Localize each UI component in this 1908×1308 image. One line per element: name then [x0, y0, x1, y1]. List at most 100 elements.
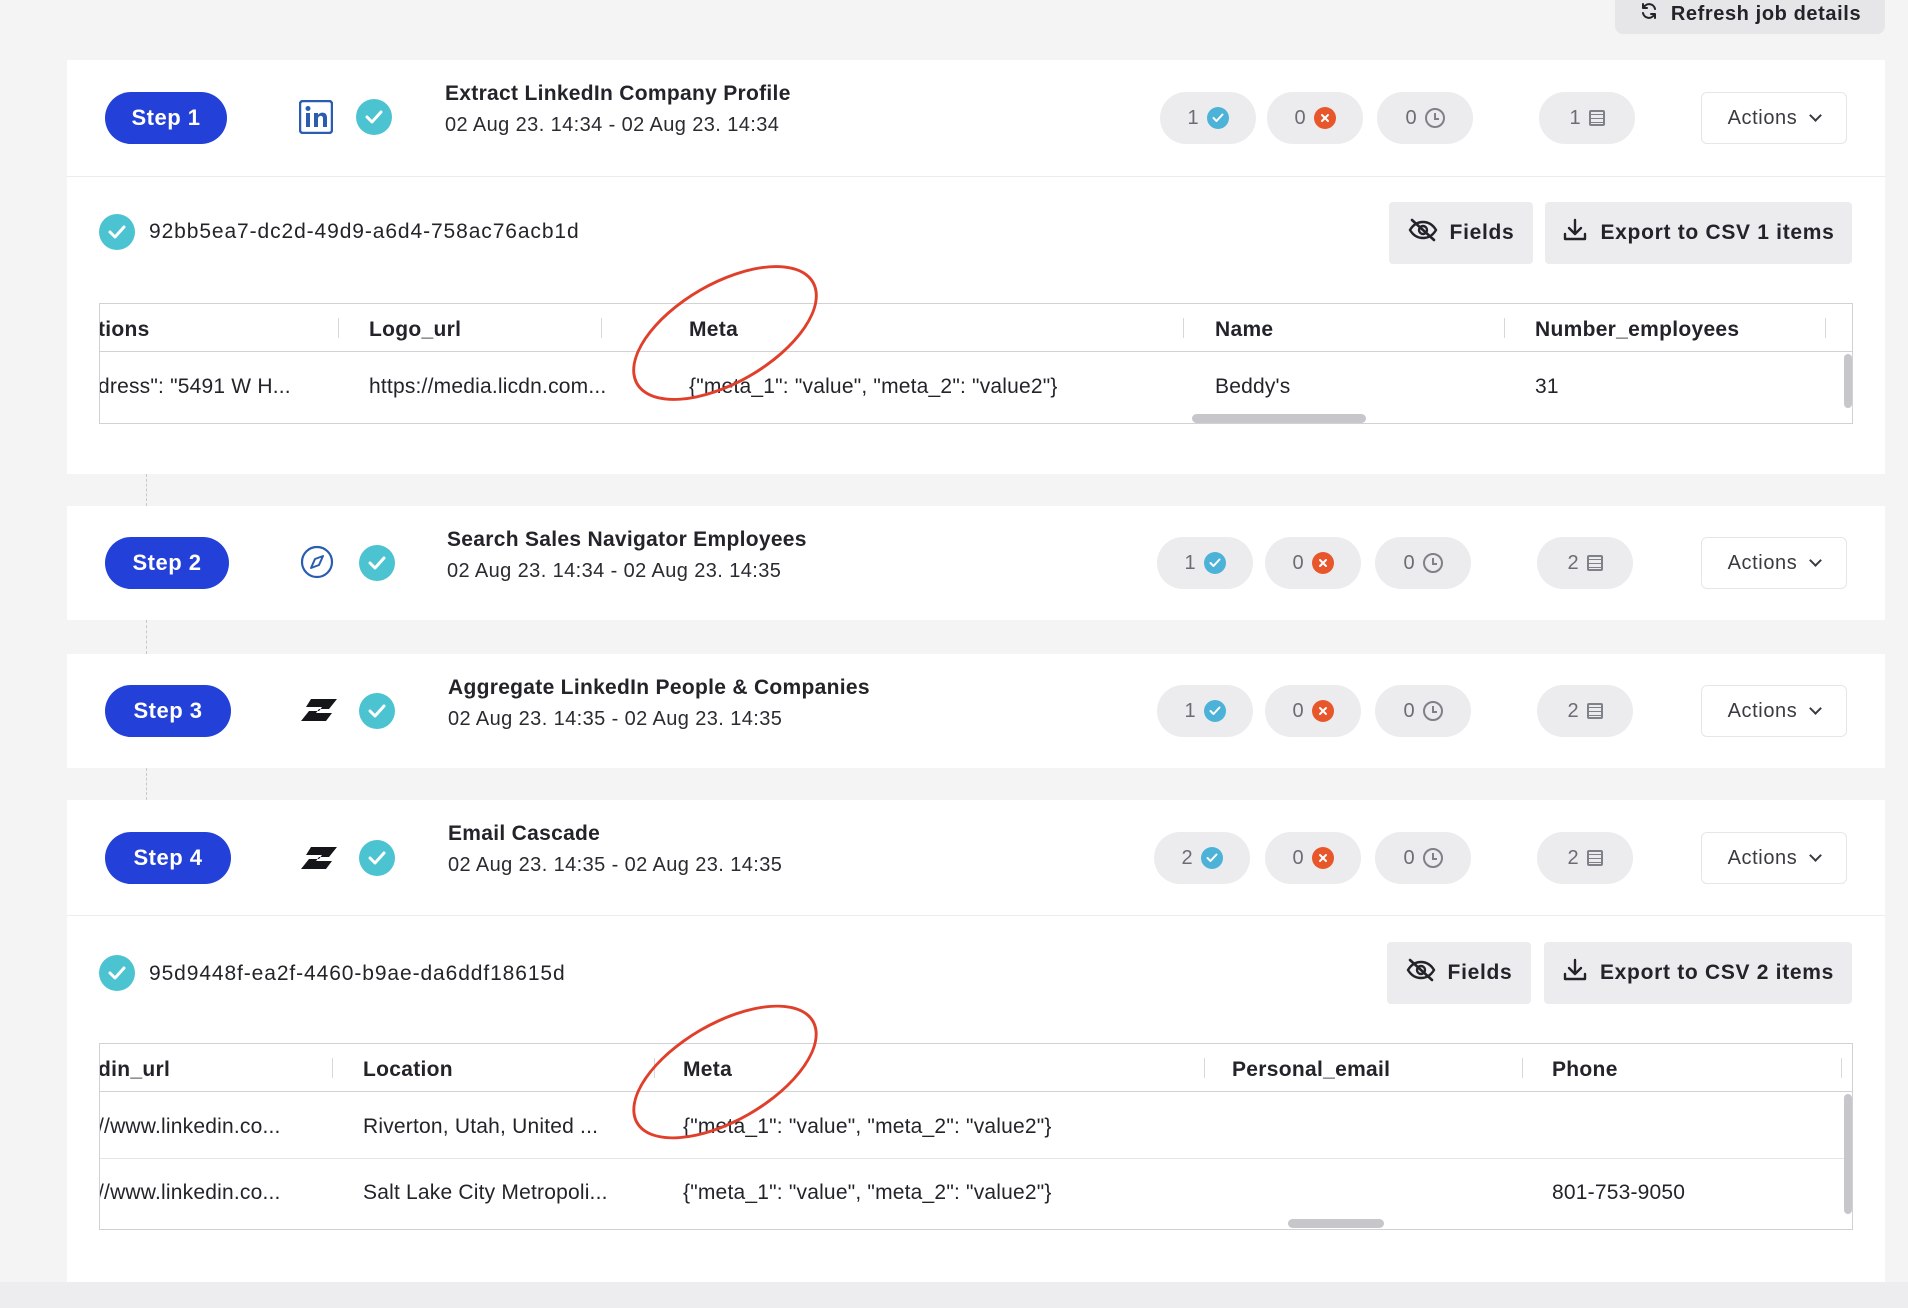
success-count: 1 [1184, 699, 1196, 722]
table-cell: Salt Lake City Metropoli... [363, 1181, 608, 1204]
eye-off-icon [1408, 218, 1438, 248]
failed-count-pill[interactable]: 0 [1265, 832, 1361, 884]
fields-button[interactable]: Fields [1389, 202, 1533, 264]
column-resizer[interactable] [1825, 318, 1826, 338]
fields-button[interactable]: Fields [1387, 942, 1531, 1004]
step-card-1: Step 1 Extract LinkedIn Company Profile … [67, 60, 1885, 474]
table-cell: //www.linkedin.co... [99, 1181, 281, 1204]
chevron-down-icon [1809, 554, 1823, 567]
column-resizer[interactable] [601, 318, 602, 338]
table-icon [1588, 110, 1605, 126]
step-connector [146, 620, 147, 654]
results-table: din_url Location Meta Personal_email Pho… [99, 1043, 1853, 1230]
pending-count-pill[interactable]: 0 [1375, 832, 1471, 884]
refresh-label: Refresh job details [1670, 2, 1862, 25]
horizontal-scrollbar[interactable] [1288, 1219, 1384, 1228]
table-icon [1586, 555, 1603, 571]
records-count: 2 [1567, 699, 1579, 722]
column-header[interactable]: Personal_email [1232, 1058, 1390, 1082]
step-connector [146, 768, 147, 800]
step-status-check-icon [359, 840, 395, 876]
step-card-2: Step 2 Search Sales Navigator Employees … [67, 506, 1885, 620]
success-count: 2 [1181, 846, 1193, 869]
records-count-pill[interactable]: 2 [1537, 685, 1633, 737]
success-count-pill[interactable]: 1 [1157, 685, 1253, 737]
step-row: Step 1 Extract LinkedIn Company Profile … [67, 60, 1885, 176]
success-count: 1 [1184, 551, 1196, 574]
records-count: 2 [1567, 551, 1579, 574]
chevron-down-icon [1809, 702, 1823, 715]
pending-count-pill[interactable]: 0 [1377, 92, 1473, 144]
step-row: Step 4 Email Cascade 02 Aug 23. 14:35 - … [67, 800, 1885, 916]
step-dates: 02 Aug 23. 14:35 - 02 Aug 23. 14:35 [448, 708, 783, 730]
app-logo-icon [299, 841, 341, 875]
horizontal-scrollbar[interactable] [1192, 414, 1366, 423]
table-cell: 31 [1535, 375, 1559, 398]
clock-icon [1422, 701, 1443, 721]
table-cell: //www.linkedin.co... [99, 1115, 281, 1138]
vertical-scrollbar[interactable] [1844, 354, 1852, 408]
actions-label: Actions [1727, 699, 1798, 722]
actions-dropdown[interactable]: Actions [1701, 92, 1847, 144]
actions-dropdown[interactable]: Actions [1701, 832, 1847, 884]
column-resizer[interactable] [654, 1058, 655, 1078]
column-header[interactable]: tions [100, 318, 150, 342]
chevron-down-icon [1809, 109, 1823, 122]
pending-count-pill[interactable]: 0 [1375, 685, 1471, 737]
eye-off-icon [1406, 958, 1436, 988]
step-badge[interactable]: Step 4 [105, 832, 231, 884]
step-status-check-icon [359, 693, 395, 729]
column-resizer[interactable] [1841, 1058, 1842, 1078]
step-badge[interactable]: Step 3 [105, 685, 231, 737]
column-header[interactable]: Meta [683, 1058, 732, 1082]
step-card-4: Step 4 Email Cascade 02 Aug 23. 14:35 - … [67, 800, 1885, 1282]
refresh-job-details-button[interactable]: Refresh job details [1615, 0, 1885, 34]
records-count: 2 [1567, 846, 1579, 869]
refresh-icon [1639, 1, 1659, 27]
step-badge[interactable]: Step 1 [105, 92, 227, 144]
compass-icon [300, 545, 334, 579]
pending-count: 0 [1403, 846, 1415, 869]
records-count-pill[interactable]: 2 [1537, 537, 1633, 589]
column-header[interactable]: din_url [100, 1058, 170, 1082]
export-csv-button[interactable]: Export to CSV 2 items [1544, 942, 1852, 1004]
chevron-down-icon [1809, 849, 1823, 862]
records-count-pill[interactable]: 1 [1539, 92, 1635, 144]
pending-count: 0 [1405, 106, 1417, 129]
success-count-pill[interactable]: 2 [1154, 832, 1250, 884]
clock-icon [1422, 848, 1443, 868]
failed-count-pill[interactable]: 0 [1267, 92, 1363, 144]
column-header[interactable]: Phone [1552, 1058, 1618, 1082]
column-resizer[interactable] [1522, 1058, 1523, 1078]
success-count-pill[interactable]: 1 [1157, 537, 1253, 589]
vertical-scrollbar[interactable] [1844, 1094, 1852, 1214]
step-title: Extract LinkedIn Company Profile [445, 82, 791, 105]
result-status-check-icon [99, 955, 135, 991]
step-title: Email Cascade [448, 822, 601, 845]
failed-count-pill[interactable]: 0 [1265, 685, 1361, 737]
column-resizer[interactable] [1204, 1058, 1205, 1078]
column-header[interactable]: Number_employees [1535, 318, 1739, 342]
failed-count-pill[interactable]: 0 [1265, 537, 1361, 589]
success-count-pill[interactable]: 1 [1160, 92, 1256, 144]
step-badge[interactable]: Step 2 [105, 537, 229, 589]
clock-icon [1422, 553, 1443, 573]
column-resizer[interactable] [332, 1058, 333, 1078]
column-header[interactable]: Meta [689, 318, 738, 342]
fields-label: Fields [1447, 961, 1513, 984]
pending-count-pill[interactable]: 0 [1375, 537, 1471, 589]
actions-dropdown[interactable]: Actions [1701, 537, 1847, 589]
column-resizer[interactable] [1183, 318, 1184, 338]
records-count-pill[interactable]: 2 [1537, 832, 1633, 884]
column-header[interactable]: Logo_url [369, 318, 461, 342]
step-dates: 02 Aug 23. 14:34 - 02 Aug 23. 14:35 [447, 560, 782, 582]
row-divider [100, 1158, 1852, 1159]
failed-count: 0 [1294, 106, 1306, 129]
export-csv-button[interactable]: Export to CSV 1 items [1545, 202, 1852, 264]
actions-dropdown[interactable]: Actions [1701, 685, 1847, 737]
column-resizer[interactable] [1504, 318, 1505, 338]
column-header[interactable]: Name [1215, 318, 1273, 342]
column-resizer[interactable] [338, 318, 339, 338]
column-header[interactable]: Location [363, 1058, 453, 1082]
divider [67, 176, 1885, 177]
